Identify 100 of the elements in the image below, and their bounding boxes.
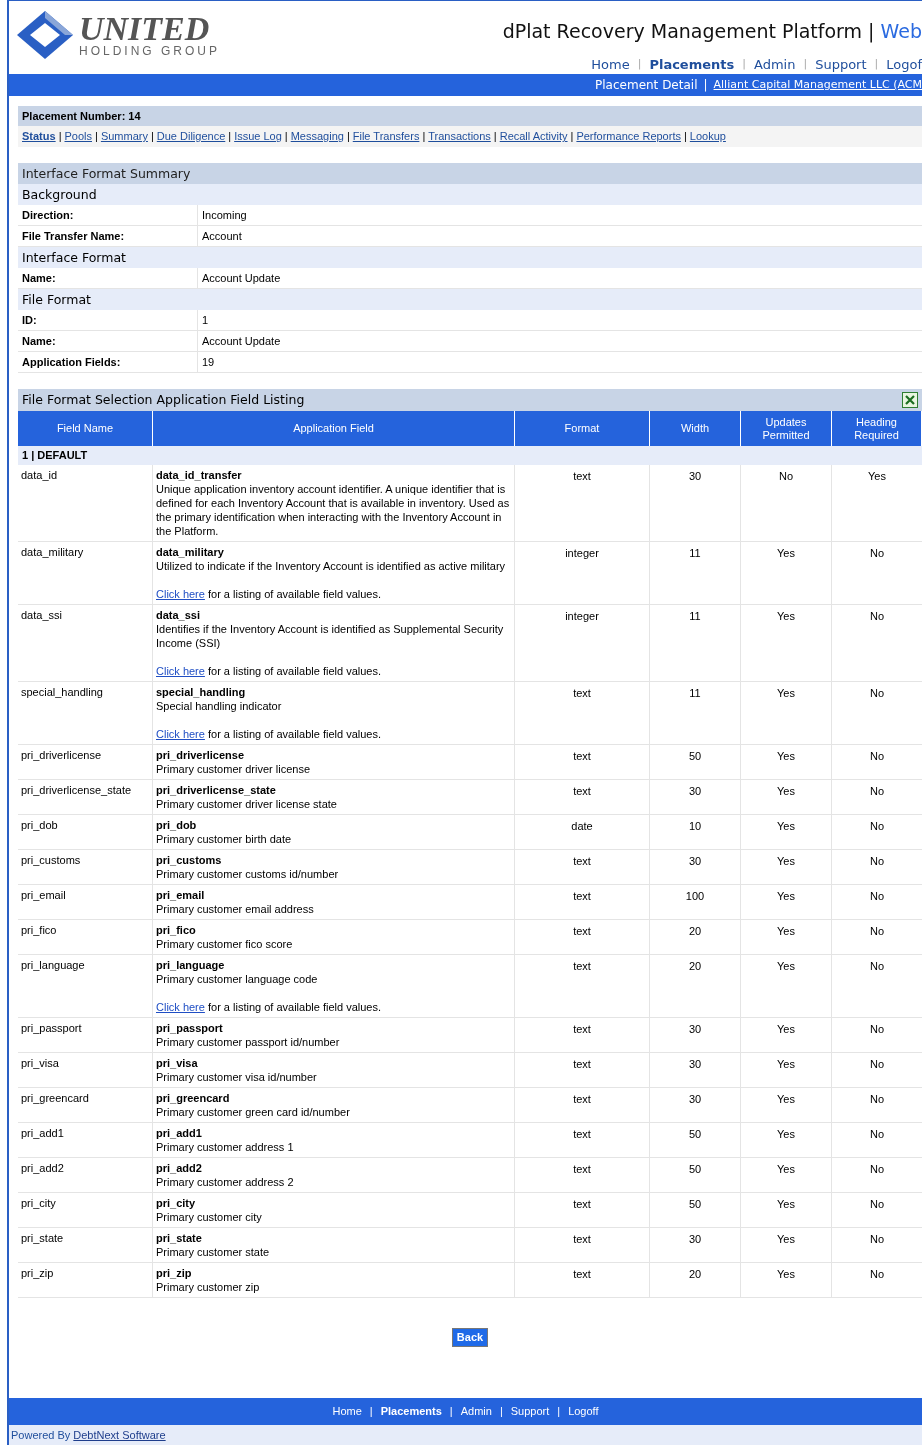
field-value: Incoming (201, 207, 248, 223)
placement-tab[interactable]: Messaging (290, 128, 344, 145)
breadcrumb-link[interactable]: Alliant Capital Management LLC (ACM (713, 76, 922, 94)
nav-link[interactable]: Logoff (568, 1403, 599, 1420)
tab-separator: | (493, 129, 497, 145)
column-header: Updates Permitted (741, 411, 832, 446)
nav-link[interactable]: Logof (886, 54, 922, 74)
table-cell: pri_driverlicense (18, 745, 153, 780)
table-cell: Yes (741, 1193, 832, 1228)
table-cell: No (832, 1228, 922, 1263)
table-cell: No (832, 920, 922, 955)
table-cell: 11 (650, 605, 741, 682)
table-cell: data_military (18, 542, 153, 605)
field-description: Primary customer address 2 (156, 1175, 295, 1189)
placement-tab[interactable]: Issue Log (234, 128, 282, 145)
table-cell: pri_greencard (18, 1088, 153, 1123)
field-description: Utilized to indicate if the Inventory Account is identified as active military (156, 559, 507, 573)
nav-separator: | (557, 1404, 561, 1420)
table-cell: data_id (18, 465, 153, 542)
nav-link[interactable]: Home (591, 54, 630, 74)
placement-tab[interactable]: Performance Reports (576, 128, 681, 145)
table-cell: Yes (741, 1088, 832, 1123)
click-here-link[interactable]: Click here (156, 1001, 205, 1013)
table-cell: 30 (650, 1053, 741, 1088)
placement-tab[interactable]: Transactions (428, 128, 491, 145)
field-description: Primary customer address 1 (156, 1140, 295, 1154)
nav-link[interactable]: Home (332, 1403, 362, 1420)
nav-link[interactable]: Placements (380, 1403, 442, 1420)
placement-tab[interactable]: Summary (100, 128, 148, 145)
application-field-name: special_handling (156, 685, 247, 699)
table-cell: text (515, 850, 650, 885)
table-cell: Yes (741, 1158, 832, 1193)
placement-tab[interactable]: Recall Activity (499, 128, 568, 145)
table-cell: 11 (650, 682, 741, 745)
nav-link[interactable]: Admin (754, 54, 796, 74)
application-field-name: pri_driverlicense (156, 748, 246, 762)
application-field-name: pri_passport (156, 1021, 224, 1035)
table-cell: text (515, 1263, 650, 1298)
nav-link[interactable]: Support (815, 54, 867, 74)
table-cell: 30 (650, 850, 741, 885)
group-title: Background (18, 184, 922, 205)
diamond-logo-icon (15, 9, 75, 61)
table-cell: No (832, 1193, 922, 1228)
placement-tab[interactable]: Pools (64, 128, 92, 145)
platform-title-suffix: Web (880, 20, 922, 42)
tab-separator: | (95, 129, 98, 145)
click-here-link[interactable]: Click here (156, 728, 205, 740)
placement-tab[interactable]: Due Diligence (156, 128, 226, 145)
table-cell: text (515, 1053, 650, 1088)
field-description: Primary customer birth date (156, 832, 293, 846)
field-description: Unique application inventory account identifier. A unique identifier that is defined for each Inventory Account that is available in inventory. Used as the primary identification when interacting with the Inventory Account in the Platform. (156, 482, 511, 538)
table-cell: 11 (650, 542, 741, 605)
table-cell: text (515, 1088, 650, 1123)
spreadsheet-export-icon[interactable] (902, 392, 918, 408)
table-cell: integer (515, 605, 650, 682)
table-cell: 20 (650, 920, 741, 955)
field-description: Primary customer visa id/number (156, 1070, 318, 1084)
table-cell: Yes (741, 682, 832, 745)
field-label: Application Fields: (18, 352, 198, 372)
nav-link[interactable]: Support (510, 1403, 550, 1420)
table-cell: 50 (650, 745, 741, 780)
table-cell: 30 (650, 465, 741, 542)
field-description: Primary customer passport id/number (156, 1035, 341, 1049)
nav-separator: | (874, 56, 879, 72)
field-description: Primary customer customs id/number (156, 867, 340, 881)
nav-separator: | (637, 56, 642, 72)
nav-separator: | (369, 1404, 373, 1420)
column-header: Format (515, 411, 650, 446)
table-cell: Yes (741, 780, 832, 815)
nav-link[interactable]: Placements (649, 54, 735, 74)
column-header: Application Field (153, 411, 515, 446)
nav-separator: | (499, 1404, 503, 1420)
table-cell: Yes (741, 955, 832, 1018)
table-cell: pri_dob (18, 815, 153, 850)
field-value: Account (201, 228, 243, 244)
tab-separator: | (422, 129, 426, 145)
table-cell: No (832, 1088, 922, 1123)
nav-link[interactable]: Admin (460, 1403, 492, 1420)
field-value: Account Update (201, 333, 282, 349)
placement-tab[interactable]: Lookup (689, 128, 726, 145)
table-cell: text (515, 682, 650, 745)
placement-tab[interactable]: Status (22, 128, 56, 145)
application-field-name: data_military (156, 545, 225, 559)
click-here-link[interactable]: Click here (156, 588, 205, 600)
powered-by-link[interactable]: DebtNext Software (73, 1426, 166, 1444)
application-field-name: pri_language (156, 958, 226, 972)
table-cell: text (515, 955, 650, 1018)
nav-separator: | (742, 56, 746, 72)
table-cell: Yes (741, 885, 832, 920)
placement-tab[interactable]: File Transfers (352, 128, 420, 145)
field-value: 1 (201, 312, 210, 328)
click-here-link[interactable]: Click here (156, 665, 205, 677)
table-cell: pri_driverlicense_state (18, 780, 153, 815)
back-button[interactable]: Back (451, 1328, 489, 1347)
table-cell: 30 (650, 1228, 741, 1263)
table-cell: 30 (650, 780, 741, 815)
table-cell: pri_passport (18, 1018, 153, 1053)
powered-by-label: Powered By (11, 1427, 71, 1443)
table-cell: No (832, 682, 922, 745)
table-cell: pri_fico (18, 920, 153, 955)
